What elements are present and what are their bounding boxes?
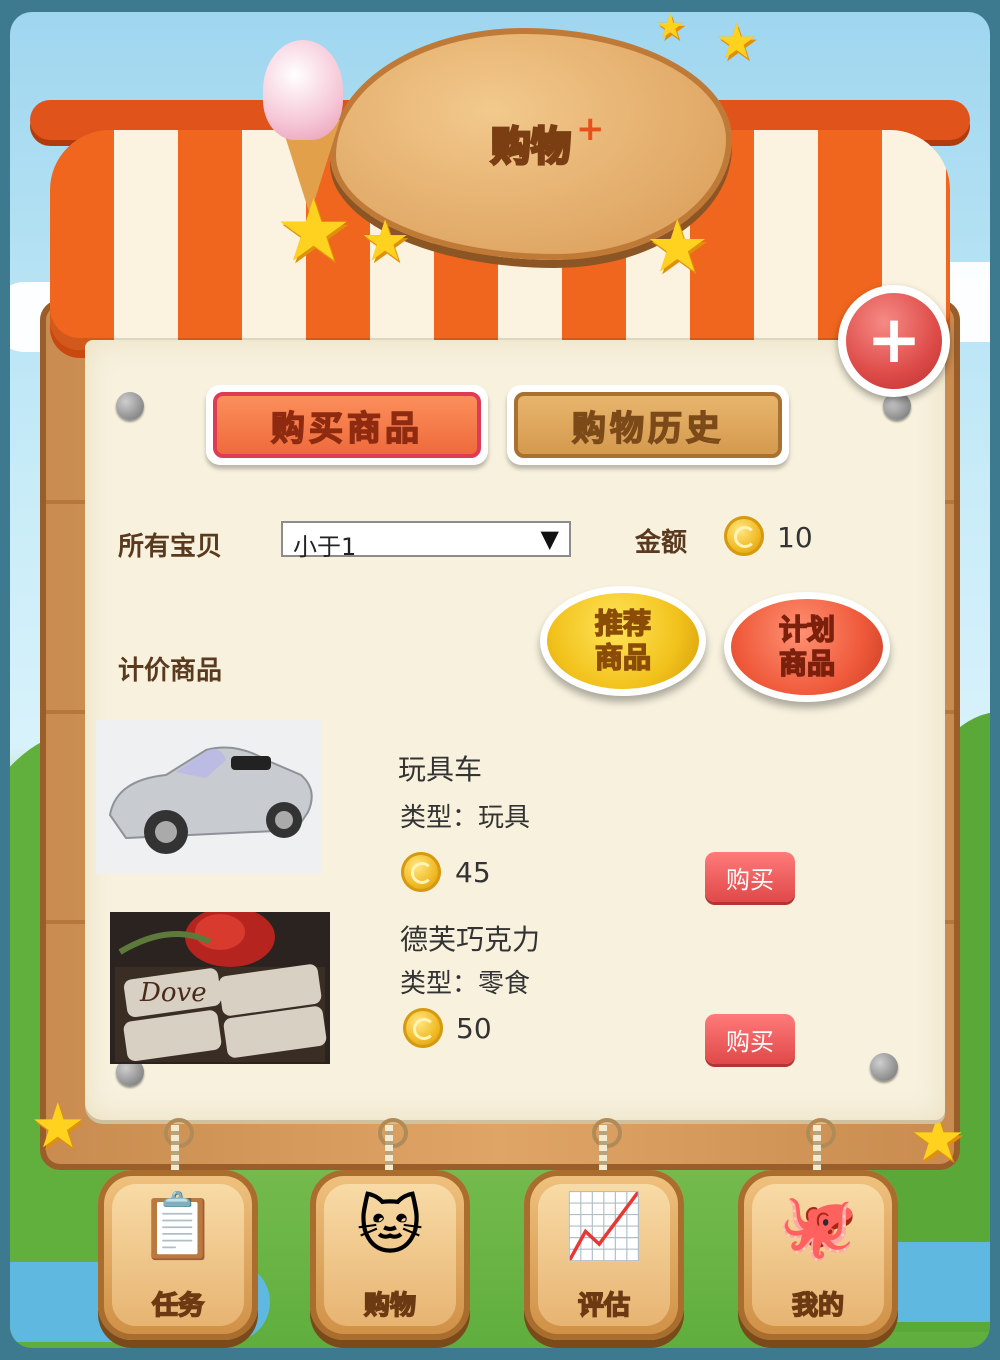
recommend-goods-label: 推荐 商品 [547,593,699,689]
nav-mine-label: 我的 [791,1290,845,1322]
octopus-icon: 🐙 [778,1190,858,1264]
chart-icon: 📈 [564,1190,644,1264]
tab-shopping-history[interactable]: 购物历史 [507,385,789,465]
coin-icon [724,516,764,556]
nav-task[interactable]: 📋 任务 [98,1170,258,1340]
nail-icon [116,392,144,420]
coin-icon [401,852,441,892]
add-button[interactable]: + [838,285,950,397]
star-icon: ★ [655,7,686,47]
amount-value: 10 [777,521,813,554]
plus-icon: + [866,301,922,378]
star-icon: ★ [30,1089,86,1162]
star-icon: ★ [645,204,710,288]
product-name: 玩具车 [398,753,483,786]
product-price: 45 [455,856,491,889]
task-icon: 📋 [138,1190,218,1264]
rope-ring [164,1118,194,1148]
nav-shopping-label: 购物 [363,1290,417,1322]
product-price: 50 [456,1012,492,1045]
tab-buy-goods[interactable]: 购买商品 [206,385,488,465]
pricing-label: 计价商品 [118,656,223,686]
nail-icon [870,1053,898,1081]
buy-button[interactable]: 购买 [705,852,795,902]
product-type: 类型：玩具 [400,803,531,833]
nav-evaluate-label: 评估 [577,1290,631,1322]
star-icon: ★ [360,209,411,274]
plan-goods-label: 计划 商品 [731,599,883,695]
brand-logo-text: Dove [140,978,207,1008]
rope-ring [806,1118,836,1148]
plan-goods-button[interactable]: 计划 商品 [724,592,890,702]
tab-buy-goods-label: 购买商品 [213,392,481,458]
product-name: 德芙巧克力 [400,923,541,956]
filter-select-value: 小于1 [293,533,357,561]
category-label: 所有宝贝 [118,532,223,562]
product-type: 类型：零食 [400,969,531,999]
tab-shopping-history-label: 购物历史 [514,392,782,458]
toy-car-image [96,720,322,874]
nav-task-label: 任务 [151,1290,205,1322]
star-icon: ★ [715,14,759,70]
coin-icon [403,1008,443,1048]
nav-evaluate[interactable]: 📈 评估 [524,1170,684,1340]
title-plus-icon: + [576,109,605,149]
filter-select[interactable]: 小于1 ▼ [281,521,571,561]
rope-ring [592,1118,622,1148]
star-icon: ★ [275,181,353,281]
rope-ring [378,1118,408,1148]
buy-button[interactable]: 购买 [705,1014,795,1064]
chevron-down-icon: ▼ [540,525,559,553]
nav-mine[interactable]: 🐙 我的 [738,1170,898,1340]
amount-label: 金额 [635,528,688,558]
shopping-cat-icon: 🐱 [356,1190,424,1264]
product-image-toy-car [96,720,322,874]
page-title: 购物 [490,122,573,172]
product-image-chocolate: Dove [110,912,330,1064]
nav-shopping[interactable]: 🐱 购物 [310,1170,470,1340]
recommend-goods-button[interactable]: 推荐 商品 [540,586,706,696]
